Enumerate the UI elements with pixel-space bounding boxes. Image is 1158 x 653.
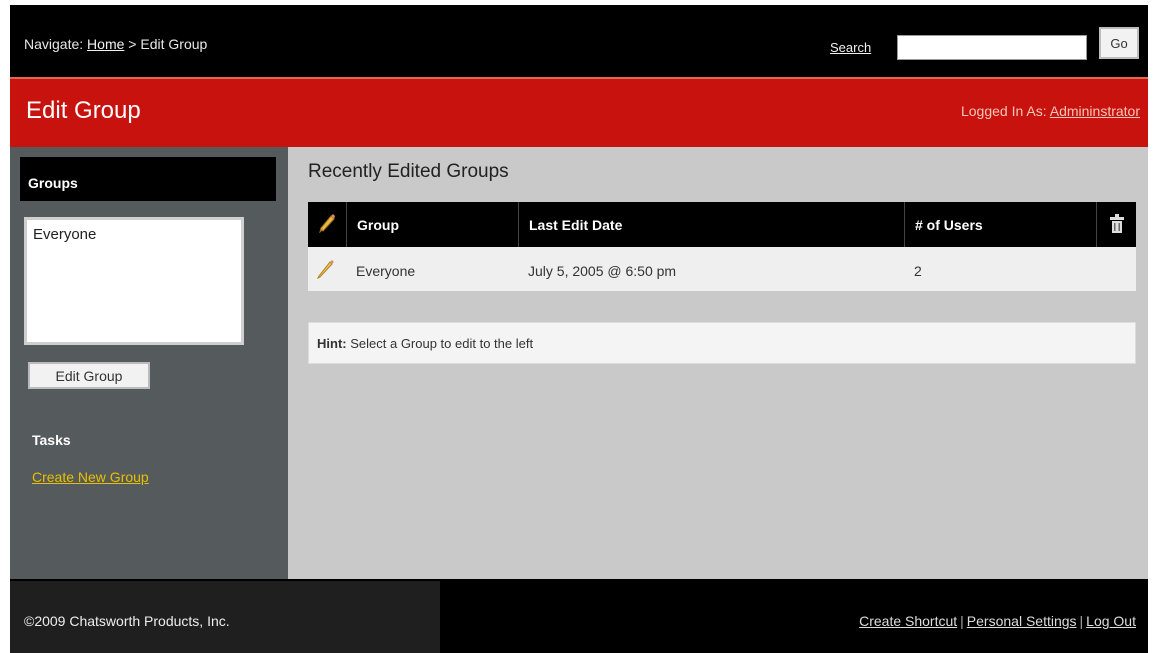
cell-users: 2 [914,263,922,279]
personal-settings-link[interactable]: Personal Settings [967,613,1077,629]
copyright-box: ©2009 Chatsworth Products, Inc. [10,581,440,653]
go-button[interactable]: Go [1099,27,1139,59]
hint-label: Hint: [317,336,347,351]
app-frame: Navigate: Home > Edit Group Search Go Ed… [10,5,1148,653]
edit-group-button[interactable]: Edit Group [28,362,150,389]
create-new-group-link[interactable]: Create New Group [32,469,149,485]
edit-column-header [308,202,346,247]
breadcrumb: Navigate: Home > Edit Group [24,36,207,52]
cell-group: Everyone [356,263,416,279]
sidebar: Groups Everyone Edit Group Tasks Create … [10,147,288,579]
search-input[interactable] [897,35,1087,60]
pencil-icon [319,214,335,234]
logged-in-label: Logged In As: [960,103,1047,119]
title-bar: Edit Group Logged In As: Admininstrator [10,77,1148,147]
cell-last-edit-date: July 5, 2005 @ 6:50 pm [528,263,677,279]
hint-text: Select a Group to edit to the left [350,336,534,351]
page-title: Edit Group [26,97,141,124]
pencil-icon [316,260,334,280]
group-list-item[interactable]: Everyone [33,226,235,243]
breadcrumb-prefix: Navigate: [24,36,84,52]
tasks-heading: Tasks [32,432,71,448]
column-header-users[interactable]: # of Users [904,202,1096,247]
footer: ©2009 Chatsworth Products, Inc. Create S… [10,581,1148,653]
breadcrumb-home-link[interactable]: Home [87,36,124,52]
user-link[interactable]: Admininstrator [1050,103,1140,119]
create-shortcut-link[interactable]: Create Shortcut [859,613,957,629]
footer-separator: | [960,613,964,629]
breadcrumb-separator: > [128,36,137,52]
groups-header: Groups [20,157,276,201]
breadcrumb-current: Edit Group [140,36,208,52]
footer-links: Create Shortcut | Personal Settings | Log Ou… [859,613,1136,629]
log-out-link[interactable]: Log Out [1086,613,1136,629]
column-header-last-edit-date[interactable]: Last Edit Date [518,202,904,247]
table-row[interactable]: Everyone July 5, 2005 @ 6:50 pm 2 [308,247,1136,291]
section-title: Recently Edited Groups [308,161,509,182]
main-content: Recently Edited Groups Group Last Edit D… [288,147,1148,579]
search-link[interactable]: Search [830,40,871,55]
footer-separator: | [1079,613,1084,629]
column-header-group[interactable]: Group [346,202,518,247]
row-edit-button[interactable] [316,247,346,291]
table-header: Group Last Edit Date # of Users [308,202,1136,247]
copyright-text: ©2009 Chatsworth Products, Inc. [24,613,230,629]
trash-icon [1110,214,1124,233]
logged-in-status: Logged In As: Admininstrator [961,103,1140,119]
delete-column-header [1096,202,1136,247]
hint-box: Hint: Select a Group to edit to the left [308,322,1136,364]
top-nav-bar: Navigate: Home > Edit Group Search Go [10,5,1148,77]
group-listbox[interactable]: Everyone [24,217,244,345]
